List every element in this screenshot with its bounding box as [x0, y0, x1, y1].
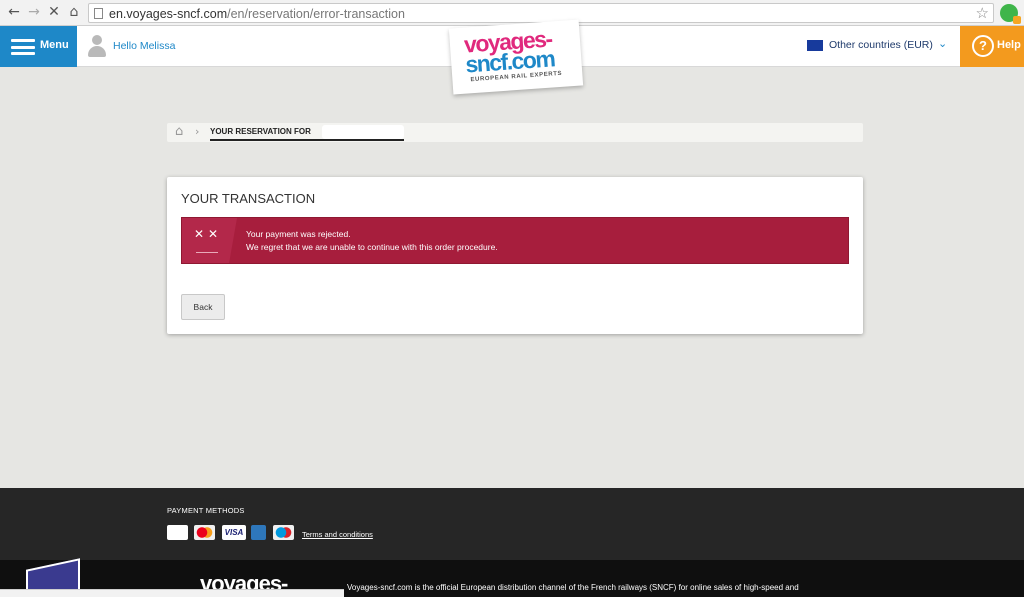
url-text[interactable]: en.voyages-sncf.com/en/reservation/error…: [109, 6, 405, 22]
extension-icon[interactable]: [1000, 4, 1021, 24]
eu-flag-icon: [807, 40, 823, 51]
url-host: en.voyages-sncf.com: [109, 7, 228, 21]
home-icon[interactable]: ⌂: [66, 4, 82, 20]
footer: PAYMENT METHODS VISA Terms and condition…: [0, 488, 1024, 560]
bookmark-star-icon[interactable]: ☆: [976, 4, 989, 22]
redacted-text: [322, 125, 404, 139]
error-message-detail: We regret that we are unable to continue…: [246, 242, 498, 252]
chevron-right-icon: ›: [195, 125, 200, 138]
breadcrumb-current: YOUR RESERVATION FOR: [210, 127, 311, 136]
alert-side-panel: [182, 218, 237, 263]
alert-divider: [196, 252, 218, 253]
maestro-icon: [273, 525, 294, 540]
site-logo[interactable]: voyages- sncf.com EUROPEAN RAIL EXPERTS: [448, 19, 584, 95]
mastercard-icon: [194, 525, 215, 540]
forward-arrow-icon[interactable]: →: [26, 4, 42, 20]
amex-icon: [251, 525, 266, 540]
country-label: Other countries (EUR): [829, 39, 933, 51]
cb-card-icon: [167, 525, 188, 540]
breadcrumb-underline: [210, 139, 404, 141]
question-icon: ?: [972, 35, 994, 57]
error-cross-icon: ✕✕: [194, 227, 223, 241]
terms-link[interactable]: Terms and conditions: [302, 530, 373, 539]
back-arrow-icon[interactable]: ←: [6, 4, 22, 20]
transaction-card: YOUR TRANSACTION ✕✕ Your payment was rej…: [167, 177, 863, 334]
user-avatar-icon[interactable]: [87, 35, 107, 57]
breadcrumb: ⌂ › YOUR RESERVATION FOR: [167, 123, 863, 142]
menu-label: Menu: [40, 39, 69, 51]
url-path: /en/reservation/error-transaction: [227, 7, 405, 21]
payment-methods-title: PAYMENT METHODS: [167, 506, 245, 515]
browser-toolbar: ← → ✕ ⌂ en.voyages-sncf.com/en/reservati…: [0, 0, 1024, 26]
error-message-title: Your payment was rejected.: [246, 229, 351, 239]
menu-button[interactable]: Menu: [0, 26, 77, 67]
hamburger-icon: [11, 39, 35, 55]
stop-loading-icon[interactable]: ✕: [46, 4, 62, 20]
help-button[interactable]: ? Help: [960, 26, 1024, 67]
footer-description: Voyages-sncf.com is the official Europea…: [347, 583, 799, 592]
breadcrumb-home-icon[interactable]: ⌂: [175, 125, 183, 139]
browser-status-bar: [0, 589, 344, 597]
visa-icon: VISA: [222, 525, 246, 540]
user-greeting[interactable]: Hello Melissa: [113, 40, 175, 52]
help-label: Help: [997, 39, 1021, 51]
page-icon: [94, 8, 103, 19]
error-alert: ✕✕ Your payment was rejected. We regret …: [181, 217, 849, 264]
page-title: YOUR TRANSACTION: [181, 191, 316, 206]
chevron-down-icon: ⌄: [938, 37, 948, 50]
address-bar[interactable]: en.voyages-sncf.com/en/reservation/error…: [88, 3, 994, 23]
back-button[interactable]: Back: [181, 294, 225, 320]
